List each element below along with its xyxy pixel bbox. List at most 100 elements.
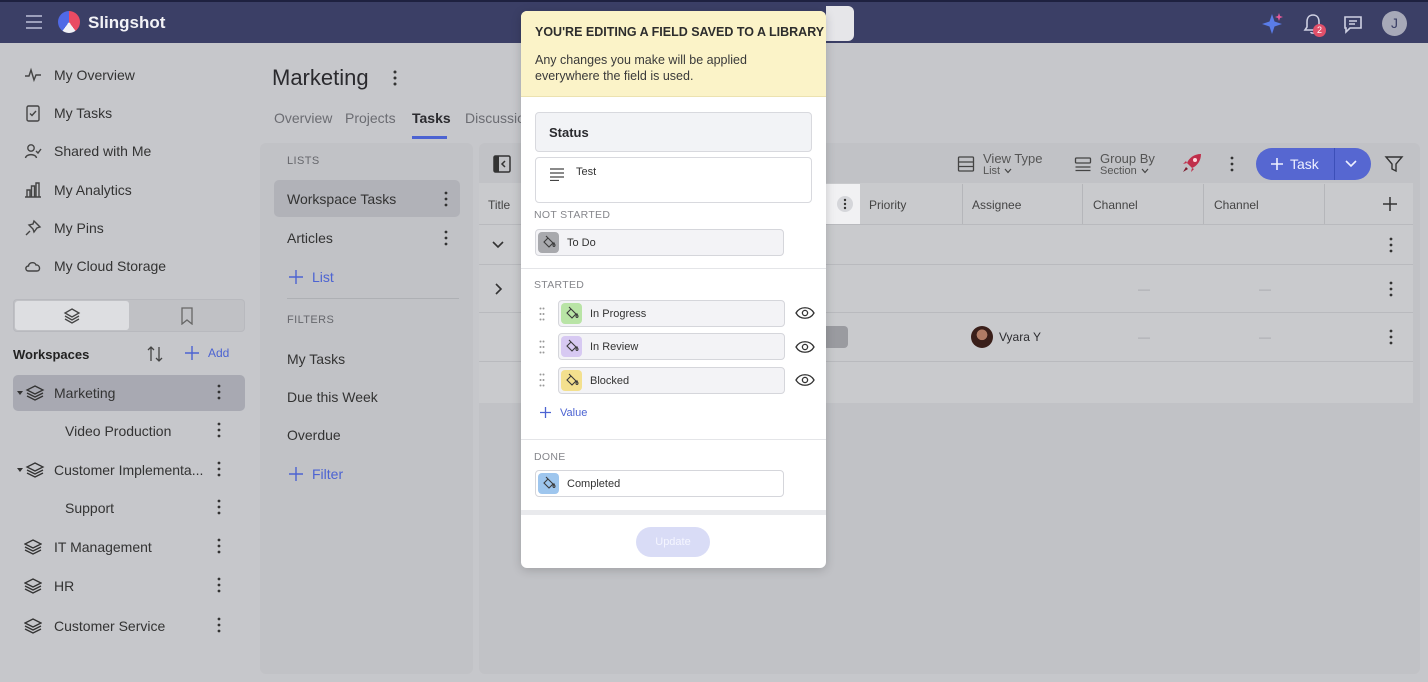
view-type-label[interactable]: View Type xyxy=(983,151,1043,166)
slingshot-logo-icon xyxy=(58,11,80,33)
option-color-swatch[interactable] xyxy=(561,336,582,357)
nav-my-tasks[interactable]: My Tasks xyxy=(24,101,112,125)
view-type-value[interactable]: List xyxy=(983,165,1000,177)
kebab-menu-icon[interactable] xyxy=(217,577,221,593)
hamburger-menu-icon[interactable] xyxy=(26,15,42,29)
add-workspace-label: Add xyxy=(208,346,230,360)
button-separator xyxy=(1334,148,1335,180)
nav-shared-with-me[interactable]: Shared with Me xyxy=(24,139,151,163)
workspace-support[interactable]: Support xyxy=(13,490,245,526)
option-blocked[interactable]: Blocked xyxy=(558,367,785,394)
chevron-down-icon xyxy=(1141,168,1149,174)
field-description-input[interactable]: Test xyxy=(535,157,812,203)
kebab-menu-icon[interactable] xyxy=(217,461,221,477)
assignee-cell[interactable]: Vyara Y xyxy=(971,326,1041,348)
nav-my-cloud-storage[interactable]: My Cloud Storage xyxy=(24,254,166,278)
workspace-video-production[interactable]: Video Production xyxy=(13,413,245,449)
chat-icon[interactable] xyxy=(1341,12,1365,36)
list-item-workspace-tasks[interactable]: Workspace Tasks xyxy=(274,180,460,217)
sidebar: My Overview My Tasks Shared with Me My A… xyxy=(0,43,258,682)
filter-icon[interactable] xyxy=(1384,154,1404,174)
option-label: In Progress xyxy=(590,308,647,320)
column-header-title[interactable]: Title xyxy=(488,198,510,212)
nav-my-pins[interactable]: My Pins xyxy=(24,216,104,240)
option-completed[interactable]: Completed xyxy=(535,470,784,497)
option-in-review[interactable]: In Review xyxy=(558,333,785,360)
kebab-menu-icon[interactable] xyxy=(217,384,221,400)
add-value-button[interactable]: Value xyxy=(539,406,587,419)
option-color-swatch[interactable] xyxy=(561,370,582,391)
kebab-menu-icon[interactable] xyxy=(1389,329,1393,345)
bookmarks-toggle-button[interactable] xyxy=(130,301,244,330)
workspace-customer-implementation[interactable]: Customer Implementa... xyxy=(13,452,245,488)
add-list-button[interactable]: List xyxy=(288,269,334,285)
tab-tasks[interactable]: Tasks xyxy=(412,110,451,126)
nav-my-analytics[interactable]: My Analytics xyxy=(24,178,132,202)
rocket-icon[interactable] xyxy=(1181,152,1203,174)
priority-pill[interactable] xyxy=(826,326,848,348)
drag-handle-icon[interactable] xyxy=(539,340,545,354)
filter-label: Due this Week xyxy=(287,389,378,405)
option-in-progress[interactable]: In Progress xyxy=(558,300,785,327)
workspace-marketing[interactable]: Marketing xyxy=(13,375,245,411)
workspaces-toggle-button[interactable] xyxy=(15,301,129,330)
tab-overview[interactable]: Overview xyxy=(274,110,332,126)
kebab-menu-icon[interactable] xyxy=(217,617,221,633)
eye-icon[interactable] xyxy=(795,306,815,320)
ai-sparkle-icon[interactable] xyxy=(1260,12,1284,36)
option-to-do[interactable]: To Do xyxy=(535,229,784,256)
drag-handle-icon[interactable] xyxy=(539,307,545,321)
column-header-channel[interactable]: Channel xyxy=(1093,198,1138,212)
option-color-swatch[interactable] xyxy=(538,473,559,494)
column-header-channel-2[interactable]: Channel xyxy=(1214,198,1259,212)
tab-discussions[interactable]: Discussio xyxy=(465,110,525,126)
column-header-assignee[interactable]: Assignee xyxy=(972,198,1021,212)
field-name-input[interactable]: Status xyxy=(535,112,812,152)
add-filter-button[interactable]: Filter xyxy=(288,466,343,482)
search-bar[interactable] xyxy=(826,6,854,41)
kebab-menu-icon[interactable] xyxy=(1389,237,1393,253)
kebab-menu-icon[interactable] xyxy=(217,499,221,515)
toolbar-kebab-menu-icon[interactable] xyxy=(1230,156,1234,172)
column-header-priority[interactable]: Priority xyxy=(869,198,906,212)
eye-icon[interactable] xyxy=(795,340,815,354)
kebab-menu-icon[interactable] xyxy=(444,191,448,207)
workspace-label: HR xyxy=(54,578,75,594)
collapse-panel-icon[interactable] xyxy=(492,154,512,174)
kebab-menu-icon[interactable] xyxy=(444,230,448,246)
chevron-down-icon[interactable] xyxy=(491,240,505,250)
group-by-value[interactable]: Section xyxy=(1100,165,1137,177)
add-task-button[interactable]: Task xyxy=(1256,148,1371,180)
add-column-icon[interactable] xyxy=(1382,196,1398,212)
user-avatar[interactable]: J xyxy=(1382,11,1407,36)
lists-heading: LISTS xyxy=(287,155,320,167)
page-kebab-menu-icon[interactable] xyxy=(392,70,398,86)
nav-my-overview[interactable]: My Overview xyxy=(24,63,135,87)
update-button[interactable]: Update xyxy=(636,527,710,557)
filter-item-my-tasks[interactable]: My Tasks xyxy=(274,340,460,377)
sort-icon[interactable] xyxy=(146,345,164,363)
workspace-it-management[interactable]: IT Management xyxy=(13,529,245,565)
filter-item-due-this-week[interactable]: Due this Week xyxy=(274,378,460,415)
chevron-right-icon[interactable] xyxy=(494,282,504,296)
option-color-swatch[interactable] xyxy=(538,232,559,253)
empty-cell: — xyxy=(1259,330,1271,344)
kebab-menu-icon[interactable] xyxy=(217,422,221,438)
text-lines-icon xyxy=(550,168,564,181)
kebab-menu-icon[interactable] xyxy=(217,538,221,554)
filter-item-overdue[interactable]: Overdue xyxy=(274,416,460,453)
drag-handle-icon[interactable] xyxy=(539,373,545,387)
kebab-menu-icon[interactable] xyxy=(1389,281,1393,297)
list-item-articles[interactable]: Articles xyxy=(274,219,460,256)
workspace-customer-service[interactable]: Customer Service xyxy=(13,608,245,644)
nav-label: Shared with Me xyxy=(54,143,152,159)
plus-icon xyxy=(540,407,551,418)
column-menu-icon[interactable] xyxy=(836,195,854,213)
chevron-down-icon[interactable] xyxy=(1345,160,1357,168)
option-color-swatch[interactable] xyxy=(561,303,582,324)
add-workspace-button[interactable]: Add xyxy=(184,345,229,361)
eye-icon[interactable] xyxy=(795,373,815,387)
workspace-hr[interactable]: HR xyxy=(13,568,245,604)
group-by-label[interactable]: Group By xyxy=(1100,151,1155,166)
tab-projects[interactable]: Projects xyxy=(345,110,396,126)
